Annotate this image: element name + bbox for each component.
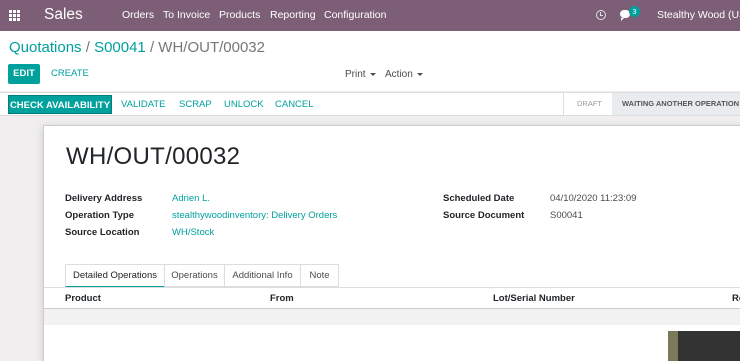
unlock-button[interactable]: UNLOCK bbox=[224, 99, 264, 110]
breadcrumb: Quotations / S00041 / WH/OUT/00032 bbox=[9, 39, 265, 56]
source-document-value: S00041 bbox=[550, 210, 583, 221]
action-dropdown[interactable]: Action bbox=[385, 69, 423, 80]
tab-detailed-operations[interactable]: Detailed Operations bbox=[65, 264, 165, 288]
breadcrumb-sale-order[interactable]: S00041 bbox=[94, 39, 146, 56]
tab-additional-info[interactable]: Additional Info bbox=[224, 264, 301, 287]
menu-products[interactable]: Products bbox=[219, 9, 260, 21]
caret-down-icon bbox=[369, 72, 376, 76]
operation-type-value[interactable]: stealthywoodinventory: Delivery Orders bbox=[172, 210, 337, 221]
scheduled-date-value: 04/10/2020 11:23:09 bbox=[550, 193, 637, 204]
top-navbar: Sales Orders To Invoice Products Reporti… bbox=[0, 0, 740, 31]
operation-type-label: Operation Type bbox=[65, 210, 134, 221]
operations-table-header: Product From Lot/Serial Number Re bbox=[44, 288, 740, 308]
breadcrumb-quotations[interactable]: Quotations bbox=[9, 39, 82, 56]
validate-button[interactable]: VALIDATE bbox=[121, 99, 166, 110]
scheduled-date-label: Scheduled Date bbox=[443, 193, 515, 204]
record-title: WH/OUT/00032 bbox=[66, 143, 241, 170]
status-bar: CHECK AVAILABILITY VALIDATE SCRAP UNLOCK… bbox=[0, 92, 740, 116]
menu-to-invoice[interactable]: To Invoice bbox=[163, 9, 210, 21]
breadcrumb-separator: / bbox=[149, 39, 155, 56]
form-sheet: WH/OUT/00032 Delivery Address Adrien L. … bbox=[43, 125, 740, 361]
tab-note[interactable]: Note bbox=[300, 264, 339, 287]
apps-grid-icon[interactable] bbox=[9, 10, 21, 21]
table-body bbox=[44, 309, 740, 325]
source-document-label: Source Document bbox=[443, 210, 525, 221]
company-switcher[interactable]: Stealthy Wood (USA) bbox=[657, 9, 740, 21]
delivery-address-value[interactable]: Adrien L. bbox=[172, 193, 210, 204]
tab-operations[interactable]: Operations bbox=[164, 264, 225, 287]
check-availability-button[interactable]: CHECK AVAILABILITY bbox=[8, 95, 112, 114]
scrap-button[interactable]: SCRAP bbox=[179, 99, 212, 110]
chat-count-badge: 3 bbox=[629, 6, 640, 17]
column-from[interactable]: From bbox=[270, 293, 294, 304]
breadcrumb-current: WH/OUT/00032 bbox=[158, 39, 265, 56]
source-location-label: Source Location bbox=[65, 227, 140, 238]
column-lot-serial-number[interactable]: Lot/Serial Number bbox=[493, 293, 575, 304]
print-dropdown[interactable]: Print bbox=[345, 69, 376, 80]
stage-waiting-another-operation[interactable]: WAITING ANOTHER OPERATION bbox=[612, 93, 740, 115]
menu-configuration[interactable]: Configuration bbox=[324, 9, 386, 21]
caret-down-icon bbox=[416, 72, 423, 76]
delivery-address-label: Delivery Address bbox=[65, 193, 143, 204]
column-reserved[interactable]: Re bbox=[732, 293, 740, 304]
edit-button[interactable]: EDIT bbox=[8, 64, 40, 84]
chatter-image-thumbnail bbox=[668, 331, 740, 361]
source-location-value[interactable]: WH/Stock bbox=[172, 227, 214, 238]
print-label: Print bbox=[345, 69, 366, 80]
cancel-button[interactable]: CANCEL bbox=[275, 99, 314, 110]
menu-reporting[interactable]: Reporting bbox=[270, 9, 316, 21]
control-panel: Quotations / S00041 / WH/OUT/00032 EDIT … bbox=[0, 31, 740, 91]
create-button[interactable]: CREATE bbox=[51, 68, 89, 79]
app-brand[interactable]: Sales bbox=[44, 6, 83, 24]
column-product[interactable]: Product bbox=[65, 293, 101, 304]
menu-orders[interactable]: Orders bbox=[122, 9, 154, 21]
breadcrumb-separator: / bbox=[85, 39, 90, 56]
clock-icon[interactable] bbox=[596, 10, 606, 20]
action-label: Action bbox=[385, 69, 413, 80]
